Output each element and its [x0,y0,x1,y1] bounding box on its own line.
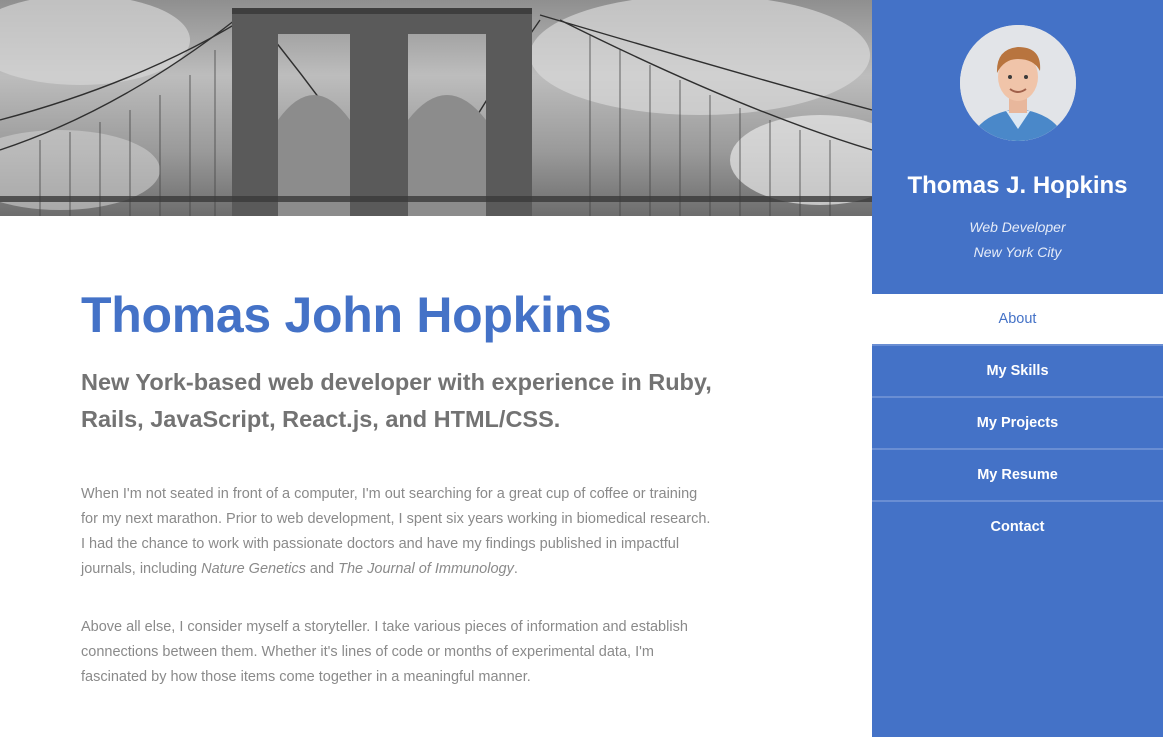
nav-item-my-projects[interactable]: My Projects [872,398,1163,450]
tagline: New York-based web developer with experi… [81,369,712,432]
journal-immunology: The Journal of Immunology [338,561,514,577]
page-title: Thomas John Hopkins [81,287,612,343]
para1-end: . [513,561,518,577]
nav-item-my-resume[interactable]: My Resume [872,450,1163,502]
para1-and: and [305,561,339,577]
hero-bridge-image [0,0,872,216]
avatar [960,25,1076,141]
profile-name: Thomas J. Hopkins [907,172,1128,199]
sidebar-nav: About My Skills My Projects My Resume Co… [872,294,1163,552]
profile-card: Thomas J. Hopkins Web Developer New York… [872,0,1163,294]
avatar-portrait-icon [960,25,1076,141]
about-paragraph-1: When I'm not seated in front of a comput… [81,482,711,582]
nav-item-my-skills[interactable]: My Skills [872,346,1163,398]
bridge-photo-svg [0,0,872,216]
profile-role: Web Developer [969,219,1066,235]
nav-item-about[interactable]: About [872,294,1163,346]
sidebar: Thomas J. Hopkins Web Developer New York… [872,0,1163,737]
about-paragraph-2: Above all else, I consider myself a stor… [81,619,688,685]
nav-item-contact[interactable]: Contact [872,502,1163,552]
journal-nature-genetics: Nature Genetics [201,561,306,577]
profile-city: New York City [973,244,1062,260]
